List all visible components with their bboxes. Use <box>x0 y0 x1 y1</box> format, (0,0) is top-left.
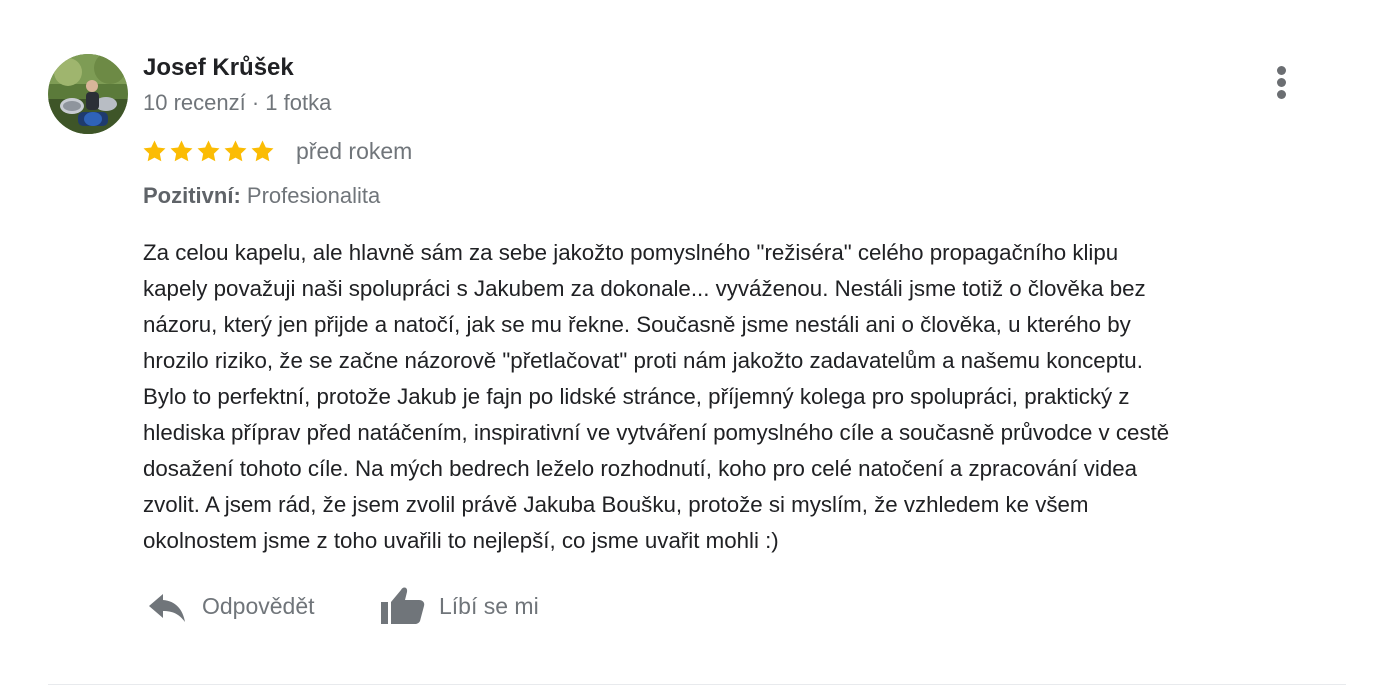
divider <box>48 684 1346 685</box>
review-date: před rokem <box>296 138 413 164</box>
star-rating <box>141 134 276 168</box>
author-avatar[interactable] <box>48 54 128 134</box>
more-vert-icon <box>1277 66 1286 75</box>
review-text: Za celou kapelu, ale hlavně sám za sebe … <box>143 240 1170 553</box>
author-name[interactable]: Josef Krůšek <box>143 54 294 82</box>
review-attribute: Pozitivní: Profesionalita <box>143 183 380 209</box>
reply-button[interactable]: Odpovědět <box>145 580 315 632</box>
attribute-value: Profesionalita <box>246 183 381 208</box>
reply-icon <box>149 594 185 622</box>
avatar-photo <box>48 54 128 134</box>
like-button[interactable]: Líbí se mi <box>379 580 539 632</box>
star-icon <box>251 139 274 161</box>
like-label: Líbí se mi <box>439 592 539 619</box>
star-icon <box>224 139 247 161</box>
more-options-button[interactable] <box>1262 62 1302 102</box>
thumb-up-icon <box>381 587 425 624</box>
reply-label: Odpovědět <box>202 592 315 619</box>
star-icon <box>170 139 193 161</box>
attribute-label: Pozitivní: <box>143 183 241 208</box>
review-card: Josef Krůšek 10 recenzí · 1 fotka před r… <box>0 0 1388 688</box>
star-icon <box>143 139 166 161</box>
star-icon <box>197 139 220 161</box>
author-meta: 10 recenzí · 1 fotka <box>143 90 332 115</box>
